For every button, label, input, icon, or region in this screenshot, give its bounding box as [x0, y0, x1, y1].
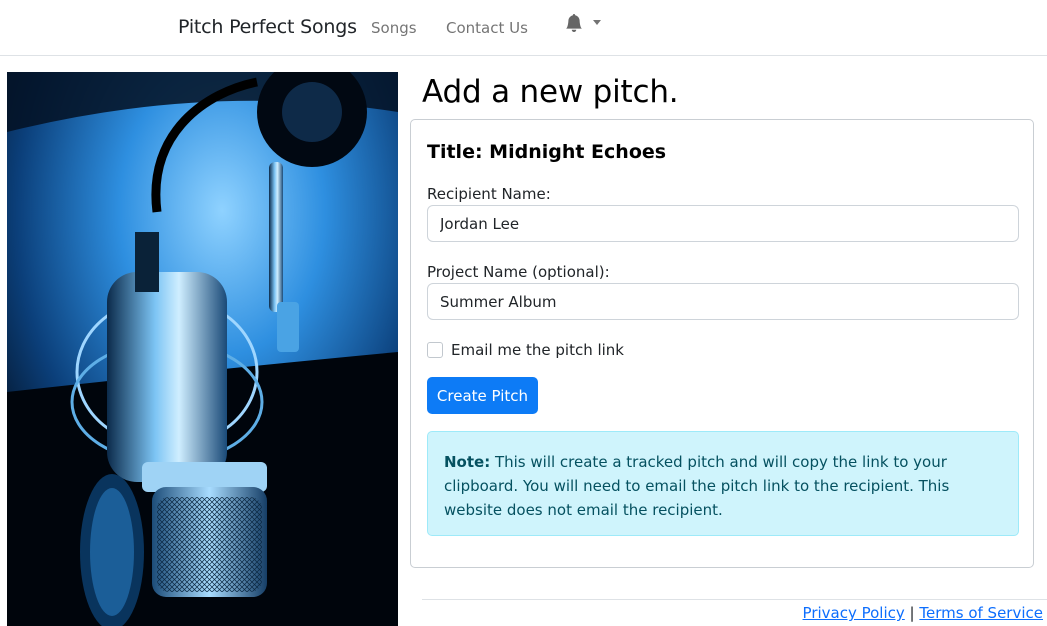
email-pitch-link-checkbox[interactable]	[427, 342, 443, 358]
create-pitch-button[interactable]: Create Pitch	[427, 377, 538, 414]
pitch-title: Title: Midnight Echoes	[427, 141, 667, 163]
footer-separator: |	[909, 604, 915, 622]
privacy-policy-link[interactable]: Privacy Policy	[803, 604, 905, 622]
footer-links: Privacy Policy | Terms of Service	[803, 604, 1043, 622]
email-pitch-link-label[interactable]: Email me the pitch link	[451, 341, 624, 359]
note-text: This will create a tracked pitch and wil…	[444, 453, 950, 519]
recipient-name-label: Recipient Name:	[427, 185, 551, 203]
navbar: Pitch Perfect Songs Songs Contact Us	[0, 0, 1047, 56]
note-label: Note:	[444, 453, 491, 471]
nav-link-contact-us[interactable]: Contact Us	[446, 19, 528, 37]
pitch-form-card: Title: Midnight Echoes Recipient Name: P…	[410, 119, 1034, 568]
brand-link[interactable]: Pitch Perfect Songs	[178, 16, 357, 38]
chevron-down-icon	[593, 20, 601, 25]
recipient-name-input[interactable]	[427, 205, 1019, 242]
page-title: Add a new pitch.	[422, 74, 679, 110]
nav-link-songs[interactable]: Songs	[371, 19, 417, 37]
note-alert: Note: This will create a tracked pitch a…	[427, 431, 1019, 536]
microphone-image	[7, 72, 398, 626]
project-name-input[interactable]	[427, 283, 1019, 320]
project-name-label: Project Name (optional):	[427, 263, 610, 281]
footer-divider	[422, 599, 1047, 600]
bell-icon	[566, 14, 582, 32]
terms-of-service-link[interactable]: Terms of Service	[919, 604, 1043, 622]
notifications-dropdown[interactable]	[565, 14, 601, 34]
